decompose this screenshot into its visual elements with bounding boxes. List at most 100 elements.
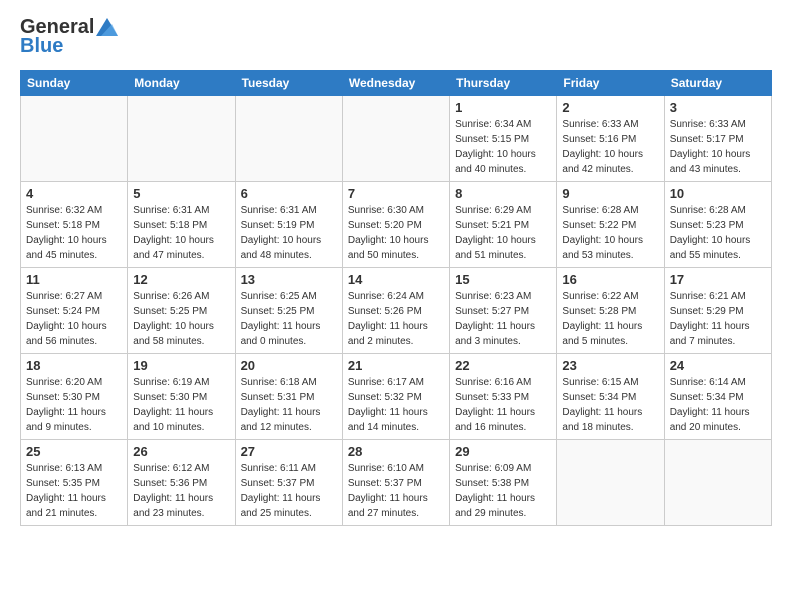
day-number: 26	[133, 444, 229, 459]
day-info: Sunrise: 6:26 AMSunset: 5:25 PMDaylight:…	[133, 289, 229, 349]
day-info: Sunrise: 6:11 AMSunset: 5:37 PMDaylight:…	[241, 461, 337, 521]
calendar-cell: 27 Sunrise: 6:11 AMSunset: 5:37 PMDayligh…	[235, 440, 342, 526]
day-info: Sunrise: 6:21 AMSunset: 5:29 PMDaylight:…	[670, 289, 766, 349]
day-number: 5	[133, 186, 229, 201]
calendar-cell: 21 Sunrise: 6:17 AMSunset: 5:32 PMDayligh…	[342, 354, 449, 440]
day-number: 10	[670, 186, 766, 201]
calendar-table: SundayMondayTuesdayWednesdayThursdayFrid…	[20, 70, 772, 526]
day-number: 15	[455, 272, 551, 287]
day-info: Sunrise: 6:22 AMSunset: 5:28 PMDaylight:…	[562, 289, 658, 349]
day-number: 25	[26, 444, 122, 459]
calendar-cell: 25 Sunrise: 6:13 AMSunset: 5:35 PMDayligh…	[21, 440, 128, 526]
calendar-week-1: 1Sunrise: 6:34 AMSunset: 5:15 PMDaylight…	[21, 96, 772, 182]
calendar-cell	[128, 96, 235, 182]
calendar-cell: 2 Sunrise: 6:33 AMSunset: 5:16 PMDaylight…	[557, 96, 664, 182]
calendar-cell: 6 Sunrise: 6:31 AMSunset: 5:19 PMDaylight…	[235, 182, 342, 268]
day-number: 3	[670, 100, 766, 115]
page-container: General Blue SundayMondayTuesdayWednesda…	[0, 0, 792, 542]
day-info: Sunrise: 6:30 AMSunset: 5:20 PMDaylight:…	[348, 203, 444, 263]
day-number: 24	[670, 358, 766, 373]
calendar-cell: 4 Sunrise: 6:32 AMSunset: 5:18 PMDaylight…	[21, 182, 128, 268]
day-info: Sunrise: 6:23 AMSunset: 5:27 PMDaylight:…	[455, 289, 551, 349]
calendar-header: SundayMondayTuesdayWednesdayThursdayFrid…	[21, 71, 772, 96]
day-number: 4	[26, 186, 122, 201]
calendar-cell: 13 Sunrise: 6:25 AMSunset: 5:25 PMDayligh…	[235, 268, 342, 354]
day-info: Sunrise: 6:29 AMSunset: 5:21 PMDaylight:…	[455, 203, 551, 263]
page-header: General Blue	[20, 16, 772, 58]
calendar-cell: 15 Sunrise: 6:23 AMSunset: 5:27 PMDayligh…	[450, 268, 557, 354]
calendar-cell: 1Sunrise: 6:34 AMSunset: 5:15 PMDaylight…	[450, 96, 557, 182]
calendar-cell: 23 Sunrise: 6:15 AMSunset: 5:34 PMDayligh…	[557, 354, 664, 440]
day-info: Sunrise: 6:28 AMSunset: 5:23 PMDaylight:…	[670, 203, 766, 263]
day-info: Sunrise: 6:15 AMSunset: 5:34 PMDaylight:…	[562, 375, 658, 435]
day-info: Sunrise: 6:28 AMSunset: 5:22 PMDaylight:…	[562, 203, 658, 263]
day-number: 14	[348, 272, 444, 287]
weekday-header-sunday: Sunday	[21, 71, 128, 96]
calendar-cell: 8 Sunrise: 6:29 AMSunset: 5:21 PMDaylight…	[450, 182, 557, 268]
calendar-cell: 10 Sunrise: 6:28 AMSunset: 5:23 PMDayligh…	[664, 182, 771, 268]
day-number: 8	[455, 186, 551, 201]
day-number: 18	[26, 358, 122, 373]
day-info: Sunrise: 6:31 AMSunset: 5:19 PMDaylight:…	[241, 203, 337, 263]
day-number: 27	[241, 444, 337, 459]
day-number: 12	[133, 272, 229, 287]
day-info: Sunrise: 6:32 AMSunset: 5:18 PMDaylight:…	[26, 203, 122, 263]
calendar-cell: 20Sunrise: 6:18 AMSunset: 5:31 PMDayligh…	[235, 354, 342, 440]
day-info: Sunrise: 6:33 AMSunset: 5:17 PMDaylight:…	[670, 117, 766, 177]
calendar-cell: 26Sunrise: 6:12 AMSunset: 5:36 PMDayligh…	[128, 440, 235, 526]
calendar-week-3: 11Sunrise: 6:27 AMSunset: 5:24 PMDayligh…	[21, 268, 772, 354]
calendar-cell	[342, 96, 449, 182]
day-info: Sunrise: 6:10 AMSunset: 5:37 PMDaylight:…	[348, 461, 444, 521]
calendar-cell	[21, 96, 128, 182]
day-number: 28	[348, 444, 444, 459]
day-number: 19	[133, 358, 229, 373]
calendar-body: 1Sunrise: 6:34 AMSunset: 5:15 PMDaylight…	[21, 96, 772, 526]
weekday-header-row: SundayMondayTuesdayWednesdayThursdayFrid…	[21, 71, 772, 96]
calendar-cell: 28 Sunrise: 6:10 AMSunset: 5:37 PMDayligh…	[342, 440, 449, 526]
day-number: 21	[348, 358, 444, 373]
day-info: Sunrise: 6:09 AMSunset: 5:38 PMDaylight:…	[455, 461, 551, 521]
weekday-header-thursday: Thursday	[450, 71, 557, 96]
day-info: Sunrise: 6:13 AMSunset: 5:35 PMDaylight:…	[26, 461, 122, 521]
calendar-cell: 9Sunrise: 6:28 AMSunset: 5:22 PMDaylight…	[557, 182, 664, 268]
calendar-cell: 17 Sunrise: 6:21 AMSunset: 5:29 PMDayligh…	[664, 268, 771, 354]
day-number: 6	[241, 186, 337, 201]
day-info: Sunrise: 6:24 AMSunset: 5:26 PMDaylight:…	[348, 289, 444, 349]
day-number: 17	[670, 272, 766, 287]
logo-text: General Blue	[20, 16, 118, 58]
day-info: Sunrise: 6:16 AMSunset: 5:33 PMDaylight:…	[455, 375, 551, 435]
calendar-cell: 29 Sunrise: 6:09 AMSunset: 5:38 PMDayligh…	[450, 440, 557, 526]
day-info: Sunrise: 6:17 AMSunset: 5:32 PMDaylight:…	[348, 375, 444, 435]
calendar-cell: 5 Sunrise: 6:31 AMSunset: 5:18 PMDaylight…	[128, 182, 235, 268]
day-number: 13	[241, 272, 337, 287]
calendar-cell	[557, 440, 664, 526]
day-info: Sunrise: 6:18 AMSunset: 5:31 PMDaylight:…	[241, 375, 337, 435]
calendar-cell: 7 Sunrise: 6:30 AMSunset: 5:20 PMDaylight…	[342, 182, 449, 268]
weekday-header-tuesday: Tuesday	[235, 71, 342, 96]
day-info: Sunrise: 6:31 AMSunset: 5:18 PMDaylight:…	[133, 203, 229, 263]
calendar-cell: 11Sunrise: 6:27 AMSunset: 5:24 PMDayligh…	[21, 268, 128, 354]
calendar-cell: 14 Sunrise: 6:24 AMSunset: 5:26 PMDayligh…	[342, 268, 449, 354]
calendar-week-5: 25 Sunrise: 6:13 AMSunset: 5:35 PMDayligh…	[21, 440, 772, 526]
weekday-header-monday: Monday	[128, 71, 235, 96]
calendar-cell: 18 Sunrise: 6:20 AMSunset: 5:30 PMDayligh…	[21, 354, 128, 440]
calendar-week-2: 4 Sunrise: 6:32 AMSunset: 5:18 PMDaylight…	[21, 182, 772, 268]
day-number: 2	[562, 100, 658, 115]
day-info: Sunrise: 6:33 AMSunset: 5:16 PMDaylight:…	[562, 117, 658, 177]
day-number: 16	[562, 272, 658, 287]
day-info: Sunrise: 6:25 AMSunset: 5:25 PMDaylight:…	[241, 289, 337, 349]
calendar-cell: 12 Sunrise: 6:26 AMSunset: 5:25 PMDayligh…	[128, 268, 235, 354]
day-number: 23	[562, 358, 658, 373]
weekday-header-wednesday: Wednesday	[342, 71, 449, 96]
calendar-cell	[664, 440, 771, 526]
calendar-cell: 16 Sunrise: 6:22 AMSunset: 5:28 PMDayligh…	[557, 268, 664, 354]
day-number: 22	[455, 358, 551, 373]
day-number: 11	[26, 272, 122, 287]
calendar-cell: 19Sunrise: 6:19 AMSunset: 5:30 PMDayligh…	[128, 354, 235, 440]
day-number: 29	[455, 444, 551, 459]
day-number: 1	[455, 100, 551, 115]
logo-icon	[96, 18, 118, 36]
day-info: Sunrise: 6:20 AMSunset: 5:30 PMDaylight:…	[26, 375, 122, 435]
day-number: 7	[348, 186, 444, 201]
calendar-cell: 22 Sunrise: 6:16 AMSunset: 5:33 PMDayligh…	[450, 354, 557, 440]
